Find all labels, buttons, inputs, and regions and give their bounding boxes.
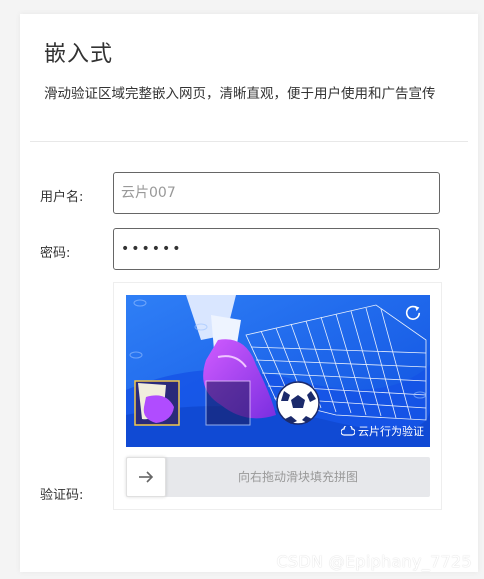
password-label: 密码: (40, 246, 71, 261)
slider-captcha: 云片行为验证 向右拖动滑块填充拼图 (113, 282, 442, 510)
refresh-icon[interactable] (404, 303, 422, 321)
captcha-brand: 云片行为验证 (341, 423, 424, 439)
arrow-right-icon (139, 471, 154, 483)
username-input[interactable] (113, 172, 440, 214)
captcha-label: 验证码: (40, 488, 84, 503)
username-label: 用户名: (40, 190, 84, 205)
slider-track[interactable]: 向右拖动滑块填充拼图 (126, 457, 430, 497)
embedded-captcha-card: 嵌入式 滑动验证区域完整嵌入网页，清晰直观，便于用户使用和广告宣传 用户名: 密… (20, 14, 478, 572)
cloud-logo-icon (341, 426, 355, 436)
password-input[interactable] (113, 228, 440, 270)
page-title: 嵌入式 (44, 42, 114, 67)
divider (30, 141, 468, 142)
slider-handle[interactable] (126, 457, 166, 497)
slider-hint: 向右拖动滑块填充拼图 (237, 470, 358, 484)
captcha-puzzle-image: 云片行为验证 (126, 295, 430, 447)
csdn-watermark: CSDN @Epiphany_7725 (276, 552, 472, 571)
page-description: 滑动验证区域完整嵌入网页，清晰直观，便于用户使用和广告宣传 (44, 86, 436, 102)
captcha-brand-text: 云片行为验证 (358, 425, 424, 438)
